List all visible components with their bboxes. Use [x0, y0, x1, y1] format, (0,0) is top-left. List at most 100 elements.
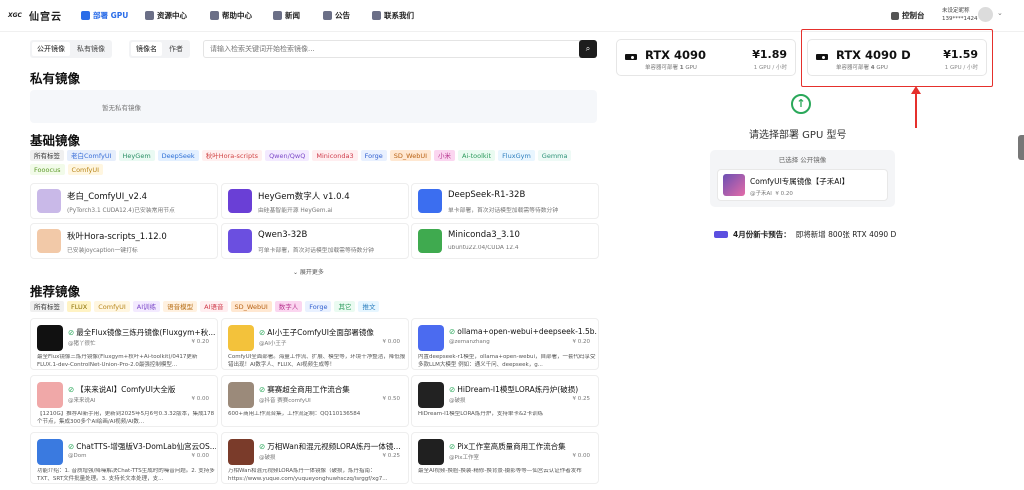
avatar[interactable] [978, 7, 993, 22]
tag-chip[interactable]: Ai-toolkit [458, 150, 496, 161]
side-scroll-handle[interactable] [1018, 135, 1024, 160]
tag-chip[interactable]: 推文 [358, 301, 380, 312]
recommend-image-card[interactable]: ⊘ AI小王子ComfyUI全面部署镜像 @AI小王子 ¥ 0.00 ComfyUI全面… [221, 318, 409, 370]
card-price: ¥ 0.00 [191, 396, 210, 402]
card-title: ⊘ ollama+open-webui+deepseek-1.5b... [449, 327, 597, 336]
tag-chip[interactable]: Qwen/QwQ [265, 150, 310, 161]
gpu-icon [81, 11, 90, 20]
verified-icon: ⊘ [259, 385, 266, 394]
tag-chip[interactable]: HeyGem [118, 150, 155, 161]
tag-chip[interactable]: AI训练 [132, 301, 161, 312]
image-thumbnail [418, 439, 444, 465]
tag-chip[interactable]: Fooocus [30, 164, 65, 175]
card-price: ¥ 0.50 [382, 396, 401, 402]
tag-chip[interactable]: 所有标签 [30, 150, 64, 161]
selected-image-card[interactable]: ComfyUI专属镜像【子禾AI】 @子禾AI ¥ 0.20 [717, 169, 888, 201]
tag-chip[interactable]: SD_WebUI [389, 150, 432, 161]
news-banner[interactable]: 4月份新卡预告： 即将新增 800张 RTX 4090 D [714, 229, 896, 240]
gpu-option-rtx4090[interactable]: RTX 4090 单容器可部署 1 GPU ¥1.89 1 GPU / 小时 [616, 39, 796, 76]
recommend-image-card[interactable]: ⊘ 赛赛超全商用工作流合集 @抖音 赛赛comfyUI ¥ 0.50 600+商用工作流… [221, 375, 409, 427]
recommend-image-card[interactable]: ⊘ 最全Flux镜像三炼丹镜像(Fluxgym+秋... @猪丫很忙 ¥ 0.20 最全… [30, 318, 218, 370]
tag-chip[interactable]: Gemma [537, 150, 572, 161]
tag-chip[interactable]: 老白ComfyUI [67, 150, 116, 161]
recommend-image-card[interactable]: ⊘ 万相Wan和混元视频LORA炼丹一体镜... @破损 ¥ 0.25 万相Wan和混元… [221, 432, 409, 484]
tag-chip[interactable]: FluxGym [498, 150, 535, 161]
image-thumbnail [228, 382, 254, 408]
selected-image-panel: 已选择 公开镜像 ComfyUI专属镜像【子禾AI】 @子禾AI ¥ 0.20 [710, 150, 895, 207]
basic-image-card[interactable]: Miniconda3_3.10 ubuntu22.04/CUDA 12.4 [411, 223, 599, 259]
basic-image-card[interactable]: Qwen3-32B 可单卡部署，首次对话模型加载需等待数分钟 [221, 223, 409, 259]
selected-label: 已选择 公开镜像 [778, 156, 827, 164]
gpu-price: ¥1.89 [752, 48, 787, 61]
card-title: Miniconda3_3.10 [448, 230, 520, 240]
tab-private-images[interactable]: 私有镜像 [72, 42, 110, 56]
search-input[interactable] [210, 41, 575, 57]
basic-image-card[interactable]: HeyGem数字人 v1.0.4 由硅基智能开源 HeyGem.ai [221, 183, 409, 219]
console-link[interactable]: 控制台 [891, 10, 925, 21]
nav-label: 资源中心 [157, 11, 187, 20]
nav-item-resources[interactable]: 资源中心 [145, 10, 187, 21]
tag-chip[interactable]: Miniconda3 [312, 150, 358, 161]
card-title: ⊘ 赛赛超全商用工作流合集 [259, 384, 407, 395]
tag-chip[interactable]: ComfyUI [67, 164, 104, 175]
tag-chip[interactable]: FLUX [67, 301, 92, 312]
card-author: @破损 [449, 398, 466, 404]
card-title-text: ollama+open-webui+deepseek-1.5b... [457, 327, 597, 336]
search-box: ⌕ [203, 40, 597, 58]
empty-text: 暂无私有镜像 [102, 104, 141, 112]
nav-item-deploy-gpu[interactable]: 部署 GPU [81, 10, 128, 21]
image-thumbnail [37, 439, 63, 465]
verified-icon: ⊘ [449, 442, 456, 451]
image-thumbnail [228, 189, 252, 213]
tag-chip[interactable]: 其它 [334, 301, 356, 312]
nav-item-contact[interactable]: 联系我们 [372, 10, 414, 21]
recommend-image-card[interactable]: ⊘ 【来来说AI】ComfyUI大全版 @来来说AI ¥ 0.00 【1210G】推荐A… [30, 375, 218, 427]
tag-chip[interactable]: Forge [305, 301, 332, 312]
nav-item-notice[interactable]: 公告 [323, 10, 350, 21]
recommend-image-card[interactable]: ⊘ HiDream-I1模型LORA炼丹炉(破损) @破损 ¥ 0.25 HiDream… [411, 375, 599, 427]
card-title: ⊘ 万相Wan和混元视频LORA炼丹一体镜... [259, 441, 407, 452]
tag-chip[interactable]: 小米 [434, 150, 456, 161]
annotation-arrow-head-icon [911, 86, 921, 94]
search-icon: ⌕ [585, 44, 591, 53]
verified-icon: ⊘ [259, 328, 266, 337]
card-price: ¥ 0.25 [572, 396, 591, 402]
news-icon [273, 11, 282, 20]
nav-item-news[interactable]: 新闻 [273, 10, 300, 21]
basic-image-card[interactable]: DeepSeek-R1-32B 单卡部署，首次对话模型加载需等待数分钟 [411, 183, 599, 219]
tag-chip[interactable]: 所有标签 [30, 301, 64, 312]
card-title-text: ChatTTS-增强版V3-DomLab仙宫云OS... [76, 442, 216, 451]
search-button[interactable]: ⌕ [579, 40, 597, 58]
chevron-down-icon[interactable]: ⌄ [997, 9, 1003, 17]
tag-chip[interactable]: AI语音 [200, 301, 228, 312]
gpu-desc-prefix: 单容器可部署 [645, 65, 680, 71]
tag-chip[interactable]: Forge [360, 150, 387, 161]
brand-logo[interactable]: XGC 仙宫云 [8, 8, 62, 23]
tag-chip[interactable]: SD_WebUI [230, 301, 272, 312]
card-description: 600+商用工作流合集，工作流定制：QQ110136584 [228, 411, 361, 417]
card-title-text: AI小王子ComfyUI全面部署镜像 [267, 328, 374, 337]
card-description: 【1210G】推荐AI新手用，更新到2025年5月6号0.3.32版本，集成17… [37, 411, 215, 425]
tab-public-images[interactable]: 公开镜像 [32, 42, 70, 56]
user-info[interactable]: 未设定昵称 139****1424 [942, 7, 978, 23]
tag-chip[interactable]: 秋叶Hora-scripts [201, 150, 263, 161]
recommend-image-card[interactable]: ⊘ ollama+open-webui+deepseek-1.5b... @zema… [411, 318, 599, 370]
recommend-image-card[interactable]: ⊘ Pix工作室高质量商用工作流合集 @Pix工作室 ¥ 0.00 最全AI视频-换脸-… [411, 432, 599, 484]
tab-author[interactable]: 作者 [164, 42, 188, 56]
expand-more-button[interactable]: ⌄ 展开更多 [293, 267, 324, 276]
basic-image-card[interactable]: 秋叶Hora-scripts_1.12.0 已安装joycaption一键打标 [30, 223, 218, 259]
news-prefix: 4月份新卡预告： [733, 230, 791, 239]
logo-mark-icon: XGC [8, 12, 22, 19]
recommend-image-card[interactable]: ⊘ ChatTTS-增强版V3-DomLab仙宫云OS... @Dom ¥ 0.00 功… [30, 432, 218, 484]
tab-image-name[interactable]: 镜像名 [131, 42, 162, 56]
card-title: Qwen3-32B [258, 230, 308, 240]
tag-chip[interactable]: 语音模型 [163, 301, 198, 312]
card-title: ⊘ ChatTTS-增强版V3-DomLab仙宫云OS... [68, 441, 216, 452]
basic-image-card[interactable]: 老白_ComfyUI_v2.4 (PyTorch3.1 CUDA12.4)已安装常… [30, 183, 218, 219]
tag-chip[interactable]: ComfyUI [94, 301, 130, 312]
card-title-text: 最全Flux镜像三炼丹镜像(Fluxgym+秋... [76, 328, 216, 337]
tag-chip[interactable]: DeepSeek [157, 150, 199, 161]
up-arrow-icon: ↑ [791, 94, 811, 114]
tag-chip[interactable]: 数字人 [274, 301, 303, 312]
nav-item-help[interactable]: 帮助中心 [210, 10, 252, 21]
